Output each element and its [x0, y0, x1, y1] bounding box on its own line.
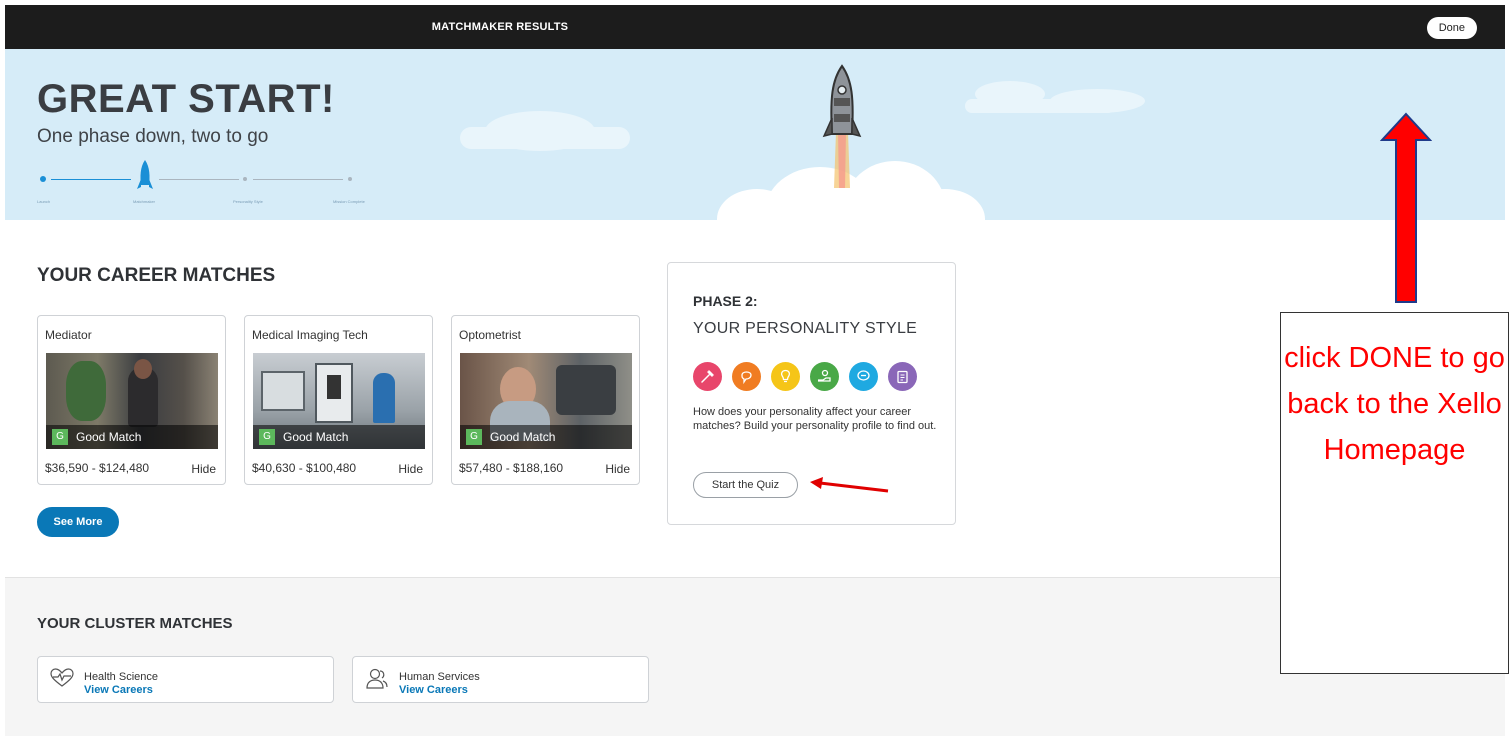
annotation-text: click DONE to go back to the Xello Homep… — [1284, 342, 1505, 466]
match-grade-badge: G — [52, 429, 68, 445]
match-indicator: G Good Match — [46, 425, 218, 449]
career-card-optometrist[interactable]: Optometrist G Good Match $57,480 - $188,… — [451, 315, 640, 485]
helping-hand-icon — [810, 362, 839, 391]
match-indicator: G Good Match — [460, 425, 632, 449]
see-more-button[interactable]: See More — [37, 507, 119, 537]
phase-progress-tracker: Launch Matchmaker Personality Style Miss… — [37, 160, 377, 217]
career-card-mediator[interactable]: Mediator G Good Match $36,590 - $124,480… — [37, 315, 226, 485]
progress-line — [159, 179, 239, 180]
match-label: Good Match — [76, 430, 142, 444]
hide-link[interactable]: Hide — [605, 462, 630, 476]
clipboard-icon — [888, 362, 917, 391]
career-name: Mediator — [45, 328, 92, 342]
career-card-medical-imaging-tech[interactable]: Medical Imaging Tech G Good Match $40,63… — [244, 315, 433, 485]
progress-step-dot — [348, 177, 352, 181]
annotation-arrow-left — [810, 477, 889, 493]
match-label: Good Match — [490, 430, 556, 444]
cluster-name: Human Services — [399, 671, 480, 683]
career-matches-title: YOUR CAREER MATCHES — [37, 265, 276, 286]
cluster-card-human-services[interactable]: Human Services View Careers — [352, 656, 649, 703]
heart-pulse-icon — [50, 668, 74, 687]
match-grade-badge: G — [466, 429, 482, 445]
thought-bubble-icon — [732, 362, 761, 391]
progress-step-label: Launch — [37, 199, 51, 204]
salary-range: $36,590 - $124,480 — [45, 461, 150, 475]
annotation-box: click DONE to go back to the Xello Homep… — [1280, 312, 1509, 674]
progress-step-dot — [40, 176, 46, 182]
annotation-arrow-up — [1380, 112, 1432, 303]
progress-step-label: Mission Complete — [333, 199, 365, 204]
phase2-subtitle: YOUR PERSONALITY STYLE — [693, 320, 918, 337]
page-title: MATCHMAKER RESULTS — [431, 21, 569, 33]
career-photo: G Good Match — [460, 353, 632, 449]
lightbulb-icon — [771, 362, 800, 391]
rocket-step-icon — [137, 160, 153, 189]
hero-title: GREAT START! — [37, 77, 335, 121]
start-quiz-button[interactable]: Start the Quiz — [693, 472, 798, 498]
career-name: Optometrist — [459, 328, 522, 342]
top-bar: MATCHMAKER RESULTS Done — [5, 5, 1505, 49]
cluster-card-health-science[interactable]: Health Science View Careers — [37, 656, 334, 703]
salary-range: $40,630 - $100,480 — [252, 461, 357, 475]
progress-step-label: Personality Style — [233, 199, 263, 204]
done-button[interactable]: Done — [1426, 17, 1477, 39]
people-icon — [366, 668, 388, 689]
hide-link[interactable]: Hide — [398, 462, 423, 476]
match-indicator: G Good Match — [253, 425, 425, 449]
match-label: Good Match — [283, 430, 349, 444]
phase2-description: How does your personality affect your ca… — [693, 406, 937, 432]
progress-line — [51, 179, 131, 180]
hero-banner: GREAT START! One phase down, two to go L… — [5, 49, 1505, 220]
match-grade-badge: G — [259, 429, 275, 445]
career-name: Medical Imaging Tech — [252, 328, 368, 342]
career-photo: G Good Match — [253, 353, 425, 449]
view-careers-link[interactable]: View Careers — [399, 684, 468, 696]
progress-step-label: Matchmaker — [133, 199, 156, 204]
progress-step-dot — [243, 177, 247, 181]
salary-range: $57,480 - $188,160 — [459, 461, 564, 475]
hide-link[interactable]: Hide — [191, 462, 216, 476]
hero-subtitle: One phase down, two to go — [37, 126, 269, 147]
cluster-name: Health Science — [84, 671, 158, 683]
page: MATCHMAKER RESULTS Done GREAT START! One… — [0, 0, 1511, 736]
rocket-illustration — [822, 64, 862, 188]
phase2-title: PHASE 2: — [693, 293, 758, 309]
progress-line — [253, 179, 343, 180]
career-photo: G Good Match — [46, 353, 218, 449]
view-careers-link[interactable]: View Careers — [84, 684, 153, 696]
cluster-matches-title: YOUR CLUSTER MATCHES — [37, 615, 233, 632]
hammer-icon — [693, 362, 722, 391]
chat-icon — [849, 362, 878, 391]
